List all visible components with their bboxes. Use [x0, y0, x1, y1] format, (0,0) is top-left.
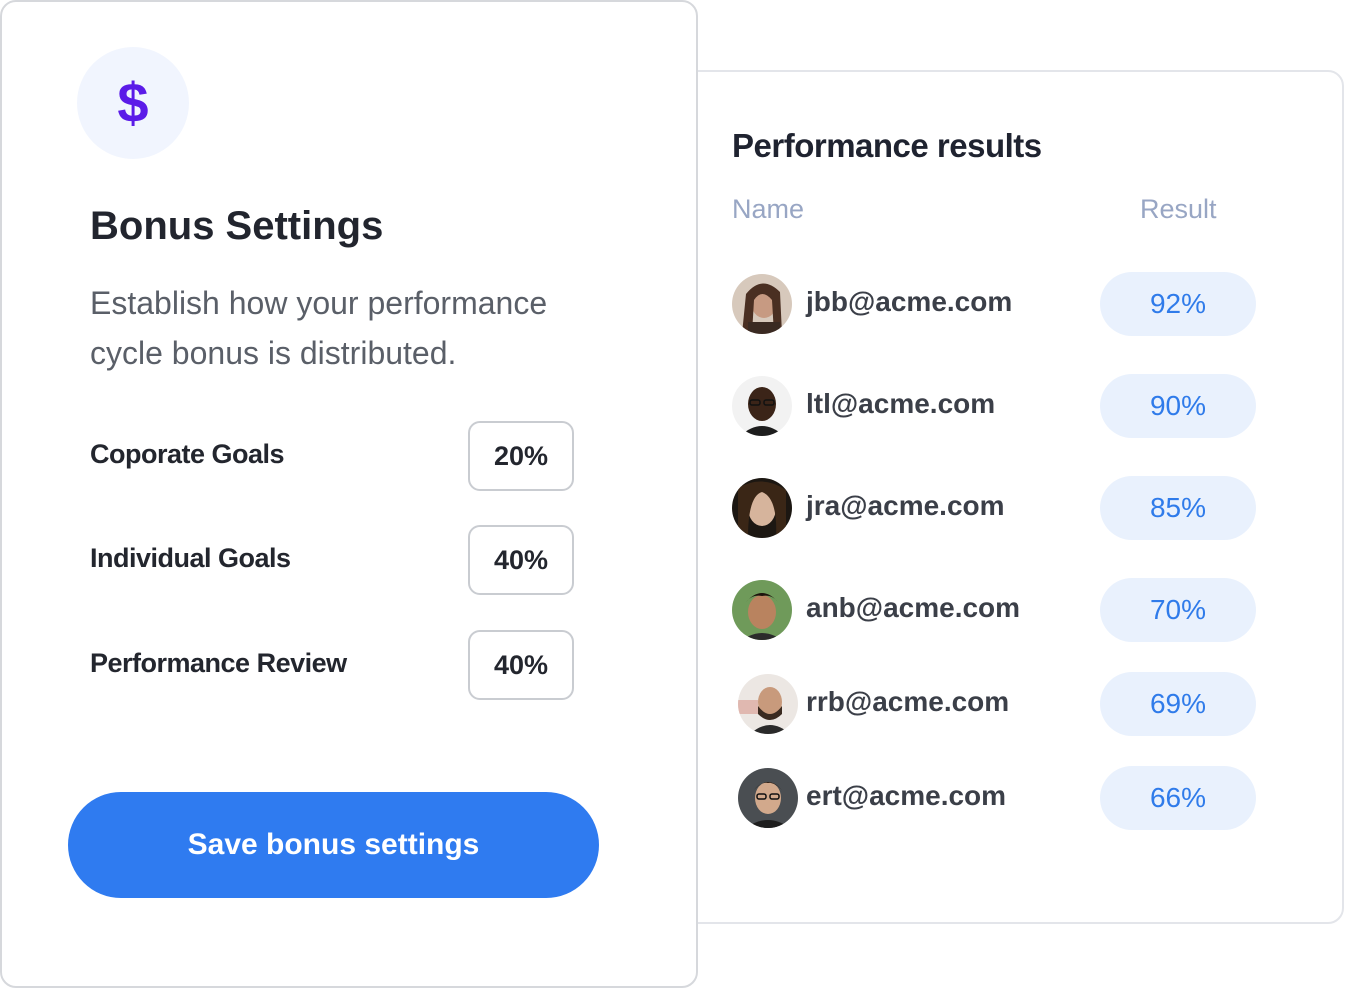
result-row: jbb@acme.com 92%: [730, 272, 1290, 336]
performance-review-input[interactable]: 40%: [468, 630, 574, 700]
dollar-icon: $: [77, 47, 189, 159]
result-row: ltl@acme.com 90%: [730, 374, 1290, 438]
result-badge: 85%: [1100, 476, 1256, 540]
result-badge: 69%: [1100, 672, 1256, 736]
result-badge: 66%: [1100, 766, 1256, 830]
page-title: Bonus Settings: [90, 204, 384, 248]
result-row: anb@acme.com 70%: [730, 578, 1290, 642]
result-row: rrb@acme.com 69%: [730, 672, 1290, 736]
bonus-settings-card: $ Bonus Settings Establish how your perf…: [0, 0, 698, 988]
avatar: [738, 768, 798, 828]
column-header-result: Result: [1140, 194, 1217, 224]
user-email: rrb@acme.com: [806, 686, 1010, 717]
column-header-name: Name: [732, 194, 805, 224]
result-badge: 92%: [1100, 272, 1256, 336]
user-email: ert@acme.com: [806, 780, 1007, 811]
user-email: ltl@acme.com: [806, 388, 996, 419]
user-email: anb@acme.com: [806, 592, 1021, 623]
save-bonus-settings-button[interactable]: Save bonus settings: [68, 792, 599, 898]
setting-label: Performance Review: [90, 648, 347, 678]
stage: Performance results Name Result jbb@acme…: [0, 0, 1368, 990]
setting-label: Individual Goals: [90, 543, 291, 573]
dollar-glyph: $: [117, 71, 149, 134]
setting-label: Coporate Goals: [90, 439, 285, 469]
avatar: [732, 478, 792, 538]
avatar: [732, 274, 792, 334]
corporate-goals-input[interactable]: 20%: [468, 421, 574, 491]
individual-goals-input[interactable]: 40%: [468, 525, 574, 595]
user-email: jra@acme.com: [806, 490, 1005, 521]
result-badge: 70%: [1100, 578, 1256, 642]
user-email: jbb@acme.com: [806, 286, 1013, 317]
avatar: [738, 674, 798, 734]
avatar: [732, 376, 792, 436]
setting-row-performance-review: Performance Review 40%: [90, 630, 574, 700]
result-row: jra@acme.com 85%: [730, 476, 1290, 540]
setting-row-corporate-goals: Coporate Goals 20%: [90, 421, 574, 491]
result-row: ert@acme.com 66%: [730, 766, 1290, 830]
results-title: Performance results: [732, 127, 1042, 164]
setting-row-individual-goals: Individual Goals 40%: [90, 525, 574, 595]
description: Establish how your performance cycle bon…: [90, 285, 548, 371]
avatar: [732, 580, 792, 640]
result-badge: 90%: [1100, 374, 1256, 438]
performance-results-card: Performance results Name Result jbb@acme…: [660, 70, 1344, 924]
